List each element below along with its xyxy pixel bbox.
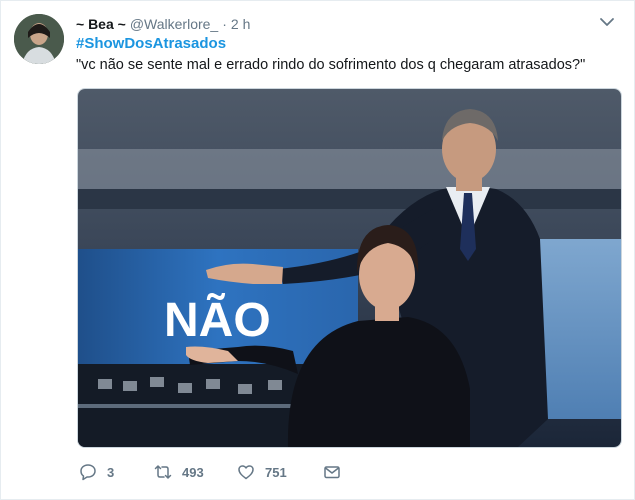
tweet-text: "vc não se sente mal e errado rindo do s… <box>76 57 586 73</box>
envelope-icon <box>324 466 340 479</box>
author-name[interactable]: ~ Bea ~ <box>76 16 126 32</box>
direct-message-button[interactable] <box>323 463 341 481</box>
reply-button[interactable]: 3 <box>79 463 154 481</box>
reply-icon <box>80 464 96 481</box>
retweet-icon <box>154 465 172 479</box>
tweet-header: ~ Bea ~ @Walkerlore_ · 2 h <box>76 14 250 34</box>
heart-icon <box>238 465 254 480</box>
author-handle[interactable]: @Walkerlore_ <box>130 16 218 32</box>
chevron-down-icon[interactable] <box>598 13 616 31</box>
avatar-image <box>14 14 64 64</box>
news-studio-photo: NÃO <box>78 89 621 447</box>
separator-dot: · <box>222 16 227 32</box>
retweet-count: 493 <box>182 464 204 480</box>
timestamp[interactable]: 2 h <box>231 16 250 32</box>
tweet-image[interactable]: NÃO <box>77 88 622 448</box>
avatar[interactable] <box>14 14 64 64</box>
tweet-actions: 3 493 751 <box>79 460 341 484</box>
like-button[interactable]: 751 <box>237 463 323 481</box>
hashtag-link[interactable]: #ShowDosAtrasados <box>76 35 226 52</box>
image-caption-text: NÃO <box>164 292 271 347</box>
like-count: 751 <box>265 464 287 480</box>
tweet-card[interactable]: ~ Bea ~ @Walkerlore_ · 2 h #ShowDosAtras… <box>0 0 635 500</box>
reply-count: 3 <box>107 464 115 480</box>
retweet-button[interactable]: 493 <box>154 463 237 481</box>
